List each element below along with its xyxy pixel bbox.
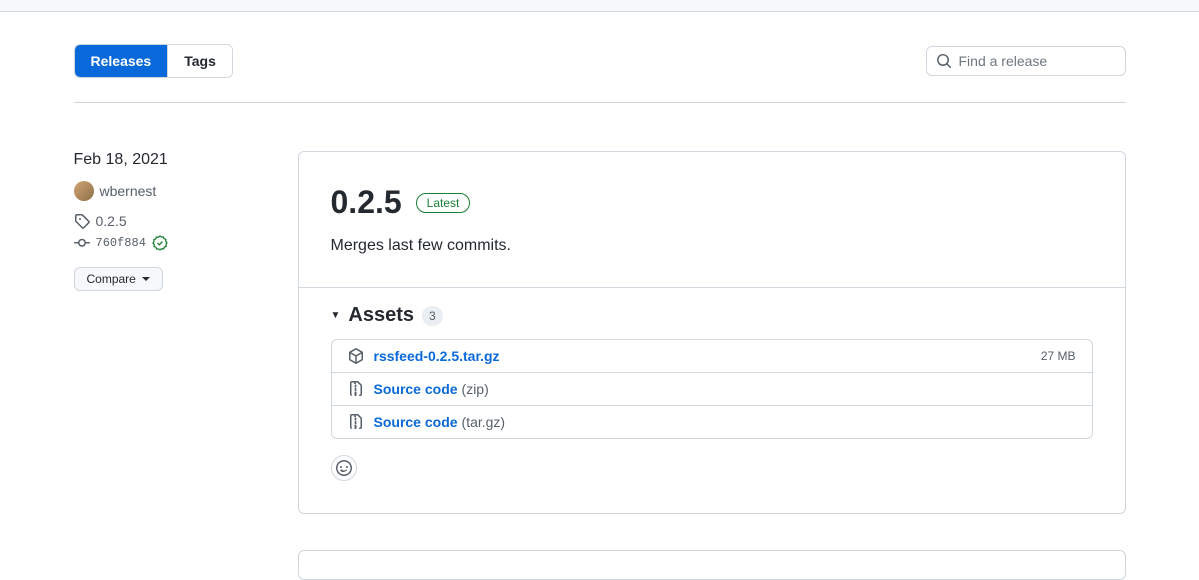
release-sidebar: Feb 18, 2021 wbernest 0.2.5 760f884 [74, 151, 274, 514]
assets-list: rssfeed-0.2.5.tar.gz 27 MB Source code (… [331, 339, 1093, 439]
divider [74, 102, 1126, 103]
tag-icon [74, 213, 90, 229]
avatar[interactable] [74, 181, 94, 201]
latest-badge: Latest [416, 193, 471, 213]
author-name[interactable]: wbernest [100, 183, 157, 199]
compare-label: Compare [87, 272, 136, 286]
top-app-bar [0, 0, 1199, 12]
reaction-button[interactable] [331, 455, 357, 481]
search-icon [936, 53, 952, 69]
release-row: Feb 18, 2021 wbernest 0.2.5 760f884 [74, 151, 1126, 514]
asset-suffix: (zip) [462, 381, 489, 397]
assets-toggle[interactable]: ▼ Assets 3 [331, 304, 1093, 327]
compare-button[interactable]: Compare [74, 267, 163, 291]
asset-suffix: (tar.gz) [462, 414, 506, 430]
asset-name[interactable]: Source code [374, 381, 458, 397]
subnav-tabs: Releases Tags [74, 44, 233, 78]
asset-name[interactable]: Source code [374, 414, 458, 430]
release-header: 0.2.5 Latest Merges last few commits. [299, 152, 1125, 255]
caret-down-icon: ▼ [331, 310, 341, 321]
release-tag-line[interactable]: 0.2.5 [74, 213, 274, 229]
commit-icon [74, 235, 90, 251]
assets-section: ▼ Assets 3 rssfeed-0.2.5.tar.gz 27 MB [299, 287, 1125, 513]
smiley-icon [336, 460, 352, 476]
release-card: 0.2.5 Latest Merges last few commits. ▼ … [298, 151, 1126, 514]
package-icon [348, 348, 364, 364]
next-release-row [74, 550, 1126, 580]
asset-row[interactable]: rssfeed-0.2.5.tar.gz 27 MB [332, 340, 1092, 373]
assets-count-badge: 3 [422, 306, 443, 326]
next-release-sidebar [74, 550, 274, 580]
subnav: Releases Tags [74, 12, 1126, 78]
release-title-row: 0.2.5 Latest [331, 184, 1093, 221]
zip-icon [348, 414, 364, 430]
release-title[interactable]: 0.2.5 [331, 184, 402, 221]
search-input[interactable] [926, 46, 1126, 76]
zip-icon [348, 381, 364, 397]
release-tag: 0.2.5 [96, 213, 127, 229]
asset-row[interactable]: Source code (zip) [332, 373, 1092, 406]
release-date: Feb 18, 2021 [74, 151, 274, 169]
asset-name[interactable]: rssfeed-0.2.5.tar.gz [374, 348, 500, 364]
tab-releases[interactable]: Releases [75, 45, 168, 77]
asset-row[interactable]: Source code (tar.gz) [332, 406, 1092, 438]
asset-size: 27 MB [1041, 349, 1076, 363]
tab-tags[interactable]: Tags [167, 45, 232, 77]
release-commit-line[interactable]: 760f884 [74, 235, 274, 251]
verified-icon [152, 235, 168, 251]
release-description: Merges last few commits. [331, 237, 1093, 255]
commit-sha: 760f884 [96, 236, 146, 250]
release-author[interactable]: wbernest [74, 181, 274, 201]
assets-title: Assets [348, 304, 414, 327]
search-wrapper [926, 46, 1126, 76]
caret-down-icon [142, 275, 150, 283]
next-release-card [298, 550, 1126, 580]
